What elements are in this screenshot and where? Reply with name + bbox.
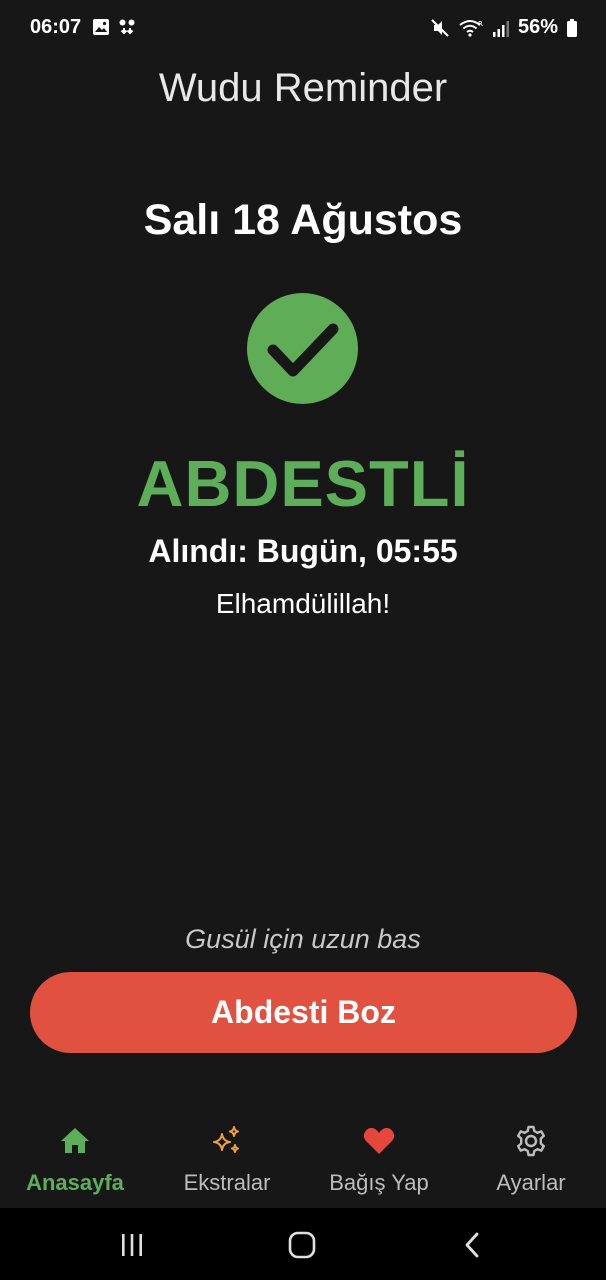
status-time: 06:07: [30, 16, 82, 38]
status-bar: 06:07 R 56%: [0, 0, 606, 58]
home-icon: [61, 1128, 89, 1153]
mute-icon: [431, 18, 449, 37]
svg-text:R: R: [478, 20, 483, 28]
system-navigation-bar: [0, 1208, 606, 1280]
home-button-icon[interactable]: [287, 1230, 317, 1260]
wudu-taken-time: Alındı: Bugün, 05:55: [148, 533, 458, 569]
wudu-status: ABDESTLİ: [136, 447, 470, 520]
sparkles-icon: [213, 1126, 239, 1153]
long-press-hint: Gusül için uzun bas: [185, 924, 421, 954]
download-icon: [119, 19, 135, 35]
status-system-icons: R 56%: [430, 16, 578, 39]
battery-icon: [567, 18, 577, 37]
nav-label-home: Anasayfa: [26, 1170, 124, 1195]
recents-icon[interactable]: [117, 1230, 147, 1260]
nav-label-donate: Bağış Yap: [329, 1170, 429, 1195]
gear-icon: [517, 1125, 545, 1157]
bottom-navigation: Anasayfa Ekstralar Bağış Yap Ayarlar: [0, 1110, 606, 1208]
nav-item-extras[interactable]: Ekstralar: [152, 1124, 302, 1196]
date-heading: Salı 18 Ağustos: [143, 196, 463, 244]
battery-percentage: 56%: [517, 16, 558, 38]
nav-item-home[interactable]: Anasayfa: [0, 1124, 150, 1196]
wifi-icon: R: [459, 20, 483, 37]
image-icon: [93, 19, 109, 35]
nav-label-settings: Ayarlar: [496, 1170, 566, 1195]
back-icon[interactable]: [458, 1230, 488, 1260]
nav-label-extras: Ekstralar: [183, 1170, 271, 1195]
nav-item-donate[interactable]: Bağış Yap: [304, 1124, 454, 1196]
break-wudu-button[interactable]: Abdesti Boz: [30, 972, 577, 1053]
signal-icon: [492, 20, 509, 37]
checkmark-icon: [247, 293, 358, 404]
app-title: Wudu Reminder: [158, 66, 448, 110]
heart-icon: [363, 1127, 395, 1154]
nav-item-settings[interactable]: Ayarlar: [456, 1124, 606, 1196]
status-notification-icons: [92, 18, 136, 36]
blessing-text: Elhamdülillah!: [215, 588, 391, 619]
